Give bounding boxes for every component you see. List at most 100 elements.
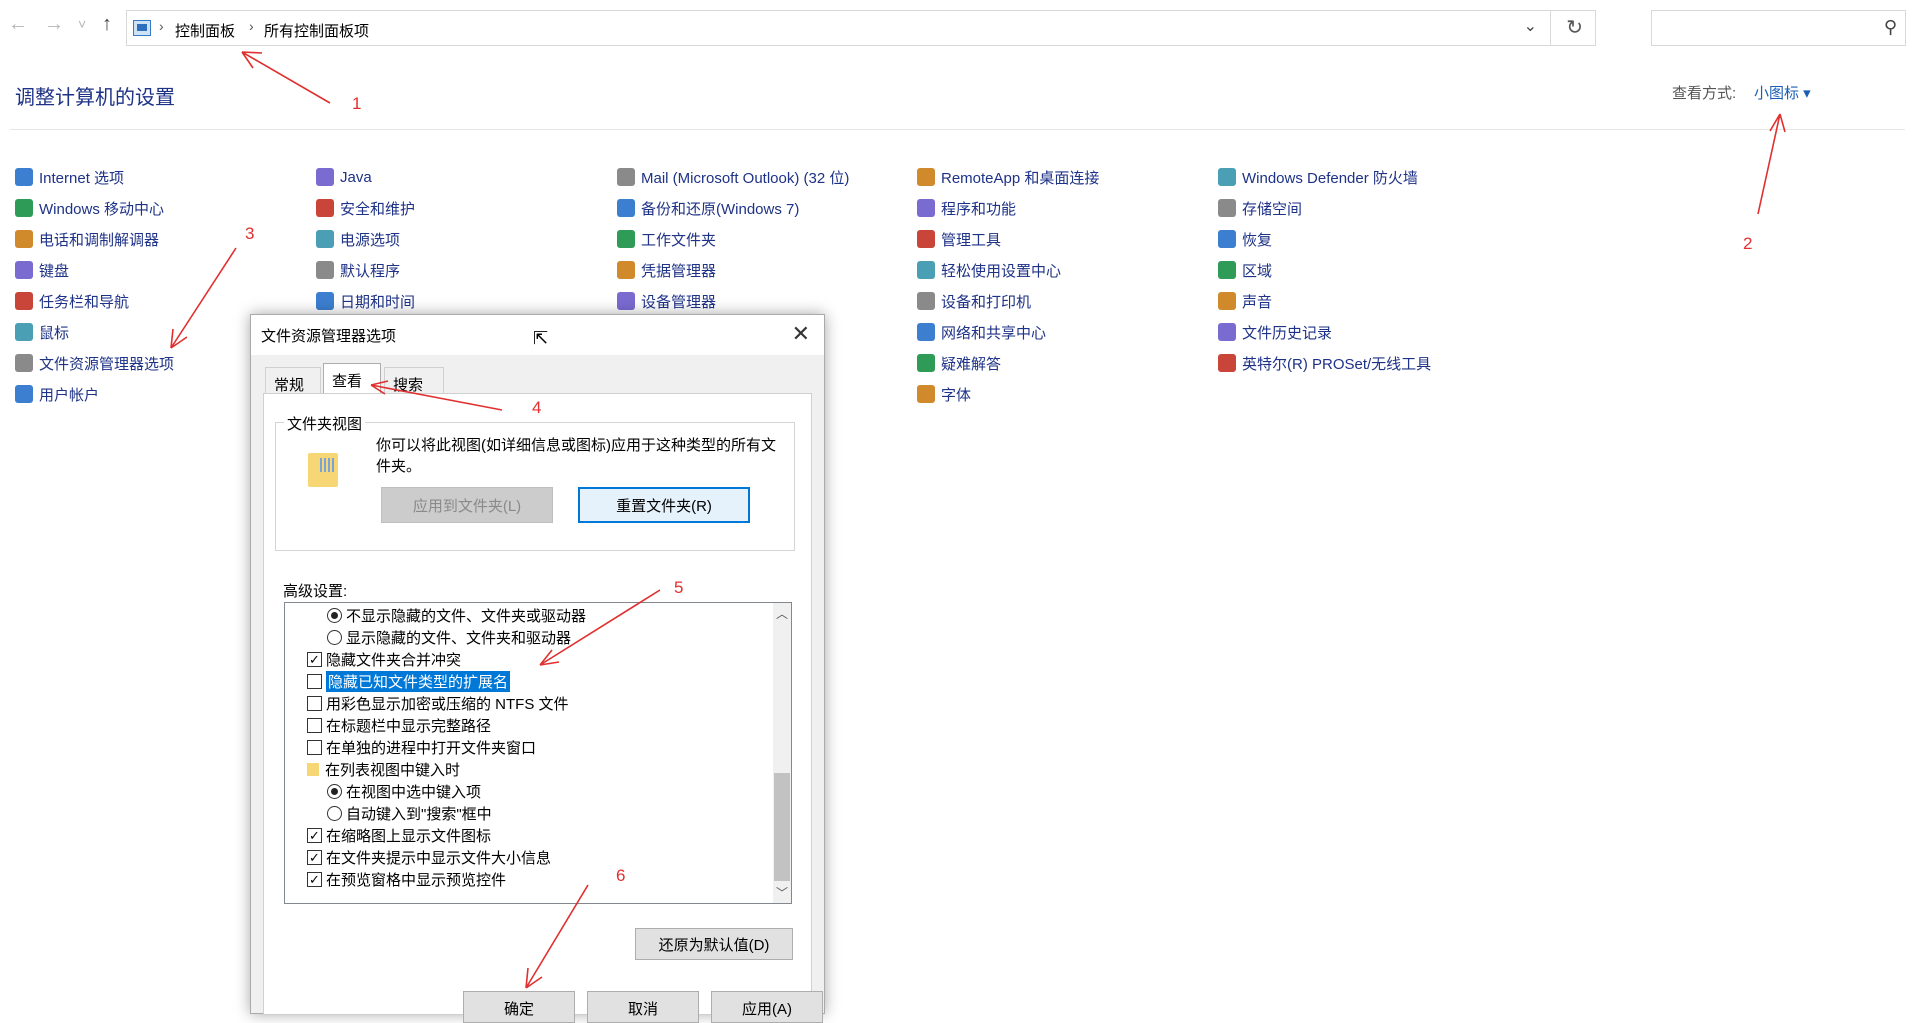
- up-button[interactable]: ↑: [102, 14, 112, 34]
- checkbox[interactable]: [307, 695, 322, 711]
- annotation-label-4: 4: [532, 398, 542, 417]
- setting-row[interactable]: ✓ 在缩略图上显示文件图标: [285, 824, 491, 846]
- control-panel-item[interactable]: 轻松使用设置中心: [917, 258, 1061, 282]
- control-panel-item[interactable]: 网络和共享中心: [917, 320, 1046, 344]
- radio-button[interactable]: [327, 607, 342, 623]
- restore-defaults-button[interactable]: 还原为默认值(D): [635, 928, 793, 960]
- cancel-button[interactable]: 取消: [587, 991, 699, 1023]
- control-panel-item[interactable]: RemoteApp 和桌面连接: [917, 165, 1099, 189]
- control-panel-item-label: 设备和打印机: [941, 293, 1032, 311]
- breadcrumb-control-panel[interactable]: 控制面板: [175, 20, 235, 41]
- control-panel-item[interactable]: 声音: [1218, 289, 1272, 313]
- search-input[interactable]: ⚲: [1651, 10, 1906, 46]
- control-panel-item-icon: [917, 199, 935, 217]
- radio-button[interactable]: [327, 783, 342, 799]
- control-panel-item-icon: [1218, 292, 1236, 310]
- search-icon[interactable]: ⚲: [1884, 17, 1897, 38]
- setting-row[interactable]: 在标题栏中显示完整路径: [285, 714, 491, 736]
- control-panel-item[interactable]: 日期和时间: [316, 289, 415, 313]
- control-panel-item[interactable]: 区域: [1218, 258, 1272, 282]
- control-panel-item[interactable]: Internet 选项: [15, 165, 124, 189]
- control-panel-item[interactable]: 安全和维护: [316, 196, 415, 220]
- control-panel-item[interactable]: Windows Defender 防火墙: [1218, 165, 1418, 189]
- address-bar[interactable]: › 控制面板 › 所有控制面板项 ⌄ ↻: [126, 10, 1596, 46]
- control-panel-item-label: 设备管理器: [641, 293, 717, 311]
- control-panel-item[interactable]: 存储空间: [1218, 196, 1302, 220]
- setting-row[interactable]: 在视图中选中键入项: [285, 780, 481, 802]
- setting-row[interactable]: 用彩色显示加密或压缩的 NTFS 文件: [285, 692, 569, 714]
- control-panel-item-icon: [1218, 230, 1236, 248]
- setting-row[interactable]: ✓ 隐藏文件夹合并冲突: [285, 648, 461, 670]
- control-panel-item[interactable]: 电话和调制解调器: [15, 227, 159, 251]
- close-icon[interactable]: ✕: [792, 321, 810, 347]
- checkbox[interactable]: ✓: [307, 827, 322, 843]
- tab-search[interactable]: 搜索: [384, 367, 444, 395]
- checkbox[interactable]: [307, 739, 322, 755]
- ok-button[interactable]: 确定: [463, 991, 575, 1023]
- control-panel-item[interactable]: 凭据管理器: [617, 258, 716, 282]
- control-panel-item-label: 声音: [1242, 293, 1273, 311]
- scroll-down-icon[interactable]: ﹀: [776, 884, 788, 901]
- setting-row[interactable]: 不显示隐藏的文件、文件夹或驱动器: [285, 604, 586, 626]
- forward-button[interactable]: →: [44, 14, 64, 34]
- setting-row[interactable]: 隐藏已知文件类型的扩展名: [285, 670, 511, 692]
- control-panel-item[interactable]: Java: [316, 165, 372, 189]
- advanced-settings-list[interactable]: ✓ 在预览窗格中显示预览控件 ✓ 在文件夹提示中显示文件大小信息 ✓ 在缩略图上显示文件图…: [284, 602, 792, 904]
- control-panel-item[interactable]: Windows 移动中心: [15, 196, 164, 220]
- control-panel-item[interactable]: 文件资源管理器选项: [15, 351, 174, 375]
- checkbox[interactable]: ✓: [307, 849, 322, 865]
- address-dropdown-icon[interactable]: ⌄: [1524, 16, 1537, 36]
- back-button[interactable]: ←: [8, 14, 28, 34]
- radio-button[interactable]: [327, 629, 342, 645]
- control-panel-item[interactable]: 默认程序: [316, 258, 400, 282]
- control-panel-item[interactable]: 英特尔(R) PROSet/无线工具: [1218, 351, 1431, 375]
- control-panel-item[interactable]: 字体: [917, 382, 971, 406]
- control-panel-item-icon: [617, 230, 635, 248]
- control-panel-item[interactable]: 键盘: [15, 258, 69, 282]
- control-panel-item[interactable]: 工作文件夹: [617, 227, 716, 251]
- control-panel-item-icon: [617, 168, 635, 186]
- setting-row[interactable]: ✓ 在文件夹提示中显示文件大小信息: [285, 846, 551, 868]
- checkbox[interactable]: ✓: [307, 871, 322, 887]
- control-panel-item[interactable]: 程序和功能: [917, 196, 1016, 220]
- checkbox[interactable]: [307, 717, 322, 733]
- scrollbar[interactable]: ︿ ﹀: [773, 603, 791, 903]
- control-panel-item[interactable]: 电源选项: [316, 227, 400, 251]
- control-panel-item[interactable]: 疑难解答: [917, 351, 1001, 375]
- refresh-icon[interactable]: ↻: [1566, 15, 1583, 40]
- setting-row[interactable]: 显示隐藏的文件、文件夹和驱动器: [285, 626, 571, 648]
- setting-row[interactable]: 在单独的进程中打开文件夹窗口: [285, 736, 536, 758]
- scrollbar-thumb[interactable]: [774, 773, 790, 881]
- setting-row[interactable]: 自动键入到"搜索"框中: [285, 802, 492, 824]
- checkbox[interactable]: [307, 673, 322, 689]
- control-panel-item[interactable]: 任务栏和导航: [15, 289, 129, 313]
- control-panel-item[interactable]: 恢复: [1218, 227, 1272, 251]
- radio-button[interactable]: [327, 805, 342, 821]
- control-panel-item[interactable]: 设备和打印机: [917, 289, 1031, 313]
- mouse-cursor-icon: ⇱: [533, 328, 549, 348]
- breadcrumb-all-items[interactable]: 所有控制面板项: [264, 20, 369, 41]
- tab-general[interactable]: 常规: [265, 367, 321, 395]
- control-panel-item-icon: [917, 292, 935, 310]
- apply-button[interactable]: 应用(A): [711, 991, 823, 1023]
- control-panel-item-label: 疑难解答: [941, 355, 1002, 373]
- view-by-dropdown[interactable]: 小图标 ▾: [1754, 82, 1811, 103]
- reset-folders-button[interactable]: 重置文件夹(R): [578, 487, 750, 523]
- control-panel-item[interactable]: 设备管理器: [617, 289, 716, 313]
- tab-view[interactable]: 查看: [323, 363, 381, 395]
- checkbox[interactable]: ✓: [307, 651, 322, 667]
- control-panel-item[interactable]: Mail (Microsoft Outlook) (32 位): [617, 165, 849, 189]
- apply-to-folders-button[interactable]: 应用到文件夹(L): [381, 487, 553, 523]
- scroll-up-icon[interactable]: ︿: [776, 605, 788, 622]
- control-panel-item-icon: [15, 199, 33, 217]
- control-panel-item[interactable]: 鼠标: [15, 320, 69, 344]
- setting-row[interactable]: 在列表视图中键入时: [285, 758, 460, 780]
- control-panel-item-icon: [617, 199, 635, 217]
- control-panel-item[interactable]: 备份和还原(Windows 7): [617, 196, 799, 220]
- setting-row[interactable]: ✓ 在预览窗格中显示预览控件: [285, 868, 506, 890]
- control-panel-item[interactable]: 用户帐户: [15, 382, 99, 406]
- control-panel-item[interactable]: 文件历史记录: [1218, 320, 1332, 344]
- control-panel-item[interactable]: 管理工具: [917, 227, 1001, 251]
- recent-locations-button[interactable]: ˅: [78, 14, 86, 34]
- setting-label: 在文件夹提示中显示文件大小信息: [326, 849, 552, 867]
